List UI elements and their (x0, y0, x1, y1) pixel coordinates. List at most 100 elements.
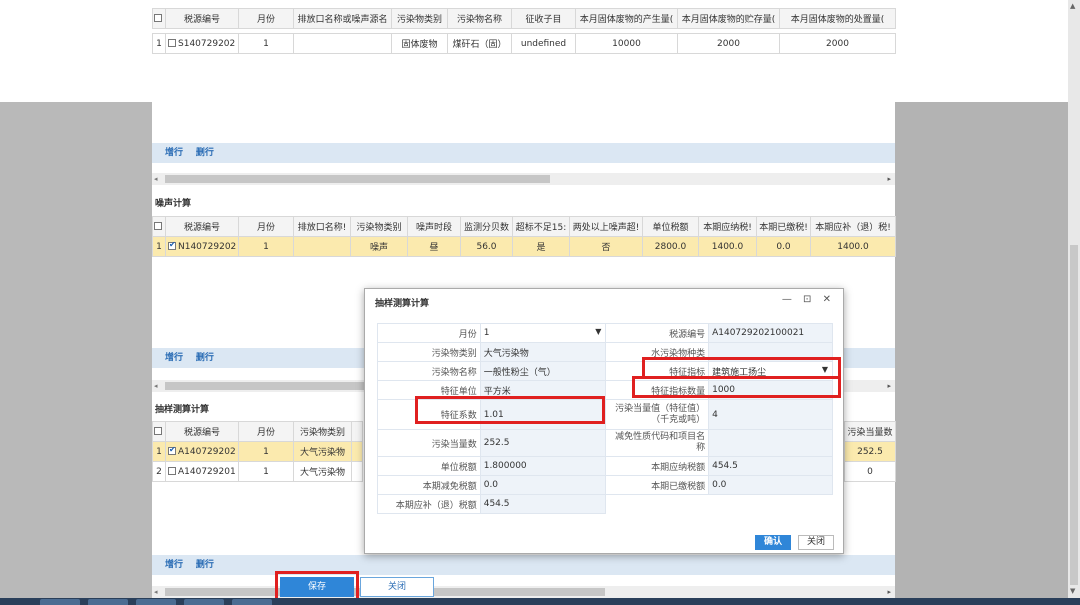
add-row-button[interactable]: 增行 (165, 148, 183, 158)
scroll-down-icon[interactable]: ▼ (1070, 587, 1075, 595)
paid-label: 本期已缴税额 (605, 475, 710, 495)
relief-code-label: 减免性质代码和项目名称 (605, 429, 710, 457)
equiv-count-value: 252.5 (479, 429, 607, 457)
delete-row-button[interactable]: 删行 (196, 148, 214, 158)
column-header: 污染当量数 (844, 421, 896, 442)
column-header: 月份 (238, 8, 294, 29)
source-no-cell: N140729202 (178, 241, 237, 252)
month-cell: 1 (238, 33, 294, 54)
relief-amount-label: 本期减免税额 (377, 475, 481, 495)
relief-code-value[interactable] (708, 429, 833, 457)
outlet-cell (293, 236, 351, 257)
row-number: 1 (152, 441, 166, 462)
window-controls-icon[interactable]: — ⊡ ✕ (782, 294, 835, 305)
month-label: 月份 (377, 323, 481, 343)
under15-cell: 是 (512, 236, 570, 257)
add-row-button[interactable]: 增行 (165, 560, 183, 570)
column-header: 本月固体废物的处置量( (779, 8, 896, 29)
equiv-count-cell: 252.5 (844, 441, 896, 462)
hscroll-sampling[interactable]: ◂ ▸ (152, 586, 895, 598)
outlet-cell (293, 33, 392, 54)
hscroll-thumb[interactable] (165, 175, 550, 183)
pollutant-category-value: 大气污染物 (479, 342, 607, 362)
column-header: 单位税额 (642, 216, 699, 237)
header-checkbox-cell[interactable] (152, 8, 166, 29)
scroll-right-icon[interactable]: ▸ (887, 380, 891, 392)
toolbar-sampling: 增行 删行 (152, 555, 895, 575)
column-header: 两处以上噪声超! (569, 216, 643, 237)
dialog-close-button[interactable]: 关闭 (798, 535, 834, 550)
column-header: 监测分贝数 (460, 216, 513, 237)
table-row[interactable]: 2 A140729201 1 大气污染物 (152, 461, 363, 482)
hscroll-solid-waste[interactable]: ◂ ▸ (152, 173, 895, 185)
row-checkbox[interactable] (168, 445, 176, 455)
relief-amount-value: 0.0 (479, 475, 607, 495)
select-all-checkbox[interactable] (154, 222, 162, 230)
column-header: 本月固体废物的贮存量( (677, 8, 780, 29)
pollutant-name-value: 一般性粉尘（气） (479, 361, 607, 381)
scroll-left-icon[interactable]: ◂ (154, 380, 158, 392)
category-cell: 噪声 (350, 236, 408, 257)
taskbar-app[interactable] (40, 599, 80, 605)
column-header: 税源编号 (165, 8, 239, 29)
taskbar-app[interactable] (232, 599, 272, 605)
chevron-down-icon[interactable]: ▼ (595, 327, 601, 336)
category-cell: 大气污染物 (293, 441, 352, 462)
row-checkbox[interactable] (168, 467, 176, 475)
period-cell: 昼 (407, 236, 461, 257)
column-header: 征收子目 (511, 8, 576, 29)
hscroll-thumb[interactable] (165, 382, 380, 390)
refund-value: 454.5 (479, 494, 607, 514)
select-all-checkbox[interactable] (154, 14, 162, 22)
column-header: 月份 (238, 421, 294, 442)
delete-row-button[interactable]: 删行 (196, 353, 214, 363)
source-no-cell: S140729202 (178, 38, 236, 49)
scroll-left-icon[interactable]: ◂ (154, 586, 158, 598)
toolbar-solid-waste: 增行 删行 (152, 143, 895, 163)
page-scrollbar[interactable]: ▲ ▼ (1068, 0, 1080, 605)
row-checkbox[interactable] (168, 240, 176, 250)
column-header: 噪声时段 (407, 216, 461, 237)
column-header: 污染物名称 (447, 8, 512, 29)
scroll-right-icon[interactable]: ▸ (887, 586, 891, 598)
paid-value: 0.0 (708, 475, 833, 495)
row-checkbox[interactable] (168, 39, 176, 47)
table-row[interactable]: 1 N140729202 1 噪声 昼 56.0 是 否 2800.0 1400… (152, 236, 896, 257)
category-cell: 大气污染物 (293, 461, 352, 482)
add-row-button[interactable]: 增行 (165, 353, 183, 363)
taskbar-app[interactable] (184, 599, 224, 605)
scroll-left-icon[interactable]: ◂ (154, 173, 158, 185)
pollutant-cell: 煤矸石（固） (447, 33, 512, 54)
solid-waste-grid: 税源编号 月份 排放口名称或噪声源名 污染物类别 污染物名称 征收子目 本月固体… (152, 8, 896, 29)
table-row[interactable]: 1 S140729202 1 固体废物 煤矸石（固） undefined 100… (152, 33, 896, 54)
table-header-row: 税源编号 月份 污染物类别 (152, 421, 363, 442)
row-number: 1 (152, 33, 166, 54)
unit-tax-label: 单位税额 (377, 456, 481, 476)
close-button[interactable]: 关闭 (360, 577, 434, 597)
select-all-checkbox[interactable] (154, 427, 162, 435)
pollutant-name-label: 污染物名称 (377, 361, 481, 381)
page-scroll-thumb[interactable] (1070, 245, 1078, 585)
month-cell: 1 (238, 461, 294, 482)
produced-cell: 10000 (575, 33, 678, 54)
month-select[interactable]: 1 ▼ (479, 323, 607, 343)
equiv-count-cell: 0 (844, 461, 896, 482)
row-number: 1 (152, 236, 166, 257)
column-header: 本期应补（退）税! (810, 216, 896, 237)
taskbar-app[interactable] (136, 599, 176, 605)
unit-tax-cell: 2800.0 (642, 236, 699, 257)
sampling-section-title: 抽样测算计算 (155, 405, 210, 415)
confirm-button[interactable]: 确认 (755, 535, 791, 550)
source-no-label: 税源编号 (605, 323, 710, 343)
table-header-row: 税源编号 月份 排放口名称! 污染物类别 噪声时段 监测分贝数 超标不足15: … (152, 216, 896, 237)
refund-cell: 1400.0 (810, 236, 896, 257)
noise-section-title: 噪声计算 (155, 199, 192, 209)
equiv-value-value: 4 (708, 399, 833, 430)
taskbar-app[interactable] (88, 599, 128, 605)
category-cell: 固体废物 (391, 33, 448, 54)
table-row[interactable]: 1 A140729202 1 大气污染物 (152, 441, 363, 462)
scroll-up-icon[interactable]: ▲ (1070, 2, 1075, 10)
delete-row-button[interactable]: 删行 (196, 560, 214, 570)
pollutant-category-label: 污染物类别 (377, 342, 481, 362)
scroll-right-icon[interactable]: ▸ (887, 173, 891, 185)
